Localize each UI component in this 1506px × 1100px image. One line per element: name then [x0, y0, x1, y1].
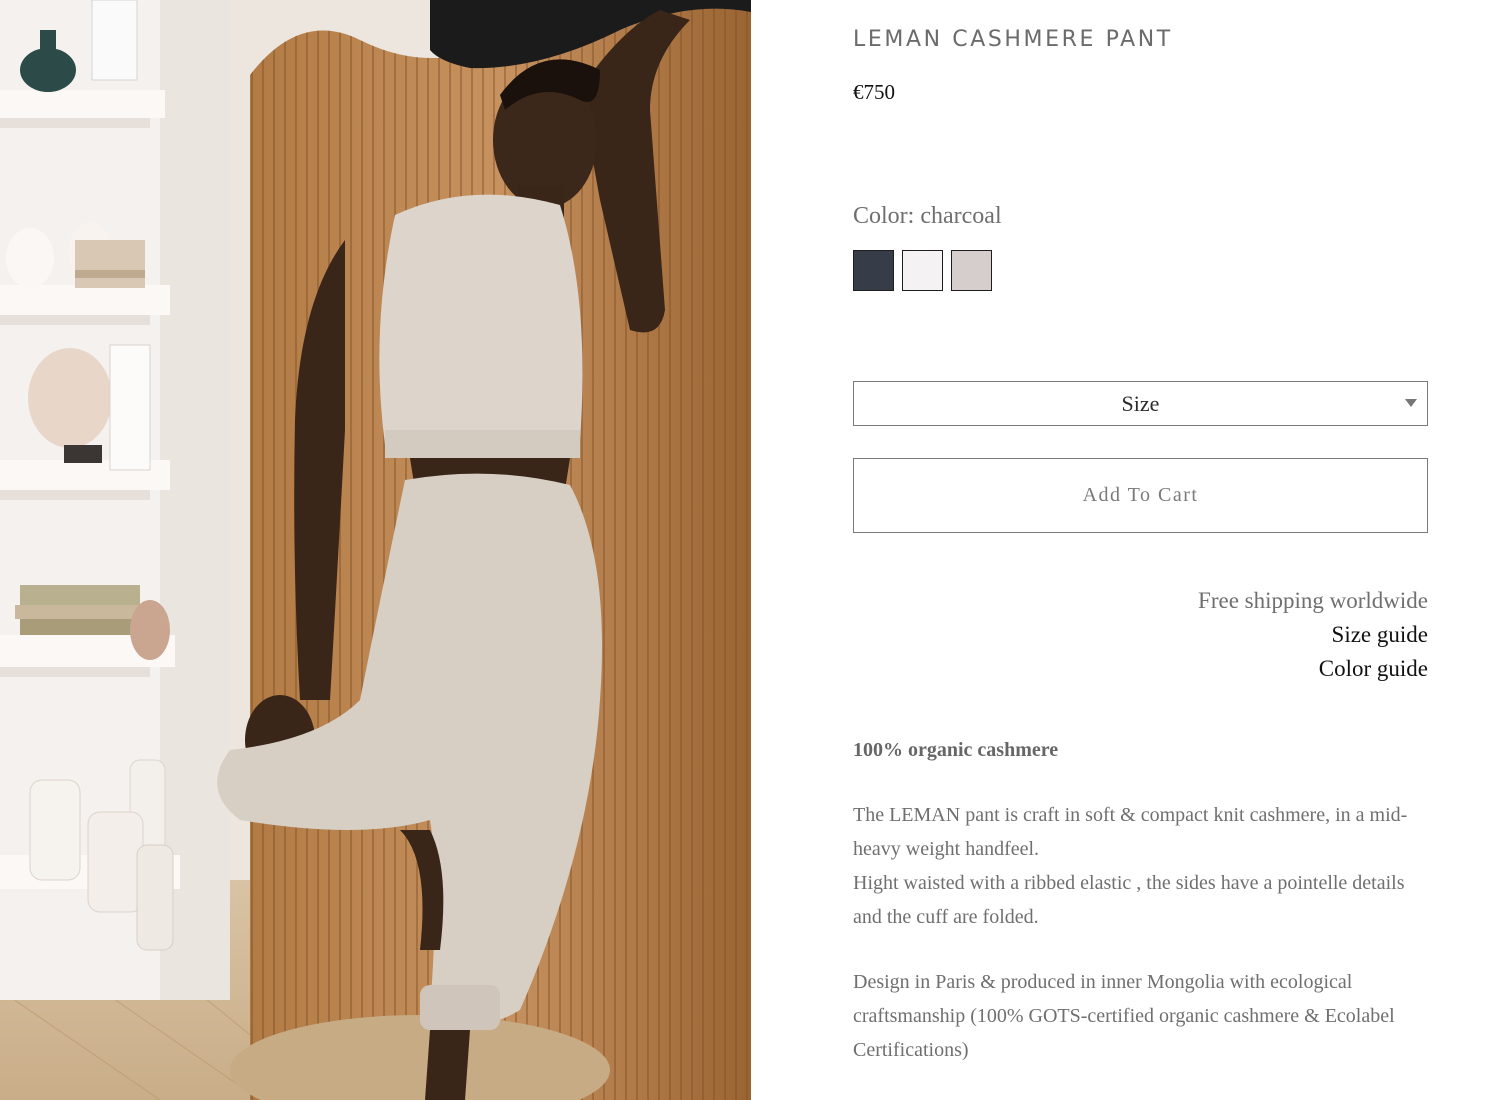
description-paragraph-1: The LEMAN pant is craft in soft & compac…: [853, 804, 1408, 860]
product-price: €750: [853, 80, 895, 104]
color-label: Color: charcoal: [853, 203, 1002, 229]
color-swatch-light-taupe[interactable]: [951, 250, 992, 291]
color-swatches: [853, 250, 992, 291]
size-dropdown-label: Size: [1121, 390, 1160, 416]
shelving: [0, 0, 230, 1000]
add-to-cart-button[interactable]: Add To Cart: [853, 458, 1428, 533]
color-swatch-charcoal[interactable]: [853, 250, 894, 291]
description-paragraph-2: Hight waisted with a ribbed elastic , th…: [853, 872, 1405, 928]
product-description: 100% organic cashmere The LEMAN pant is …: [853, 733, 1428, 1067]
chevron-down-icon: [1405, 399, 1417, 407]
color-guide-link[interactable]: Color guide: [1198, 652, 1428, 686]
product-title: LEMAN CASHMERE PANT: [853, 27, 1173, 52]
product-photo[interactable]: [0, 0, 751, 1100]
product-photo-illustration: [0, 0, 751, 1100]
size-dropdown[interactable]: Size: [853, 381, 1428, 426]
description-paragraph-3: Design in Paris & produced in inner Mong…: [853, 971, 1395, 1061]
info-links: Free shipping worldwide Size guide Color…: [1198, 584, 1428, 686]
shipping-note: Free shipping worldwide: [1198, 588, 1428, 613]
product-info-panel: LEMAN CASHMERE PANT €750 Color: charcoal…: [853, 0, 1428, 1100]
color-swatch-white[interactable]: [902, 250, 943, 291]
description-headline: 100% organic cashmere: [853, 739, 1059, 761]
size-guide-link[interactable]: Size guide: [1198, 618, 1428, 652]
